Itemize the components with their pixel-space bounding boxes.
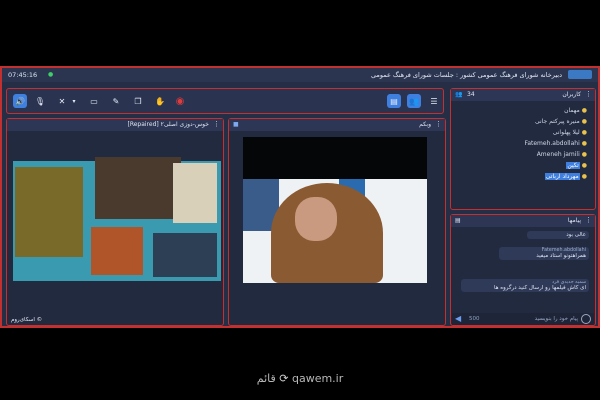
user-item[interactable]: ●لیلا پهلوانی — [524, 127, 587, 138]
user-item[interactable]: ●مهرداد ارباتی — [524, 171, 587, 182]
user-icon: ● — [581, 151, 587, 158]
message-input[interactable]: پیام خود را بنویسید — [535, 316, 578, 322]
source-credit: قائم ⟳ qawem.ir — [0, 372, 600, 385]
user-icon: ● — [581, 129, 587, 136]
presentation-panel: خوس-دوزی اصلی۲ [Repaired] ⋮ اسکای‌روم © — [6, 118, 224, 326]
camera-options-chevron-icon[interactable]: ▾ — [67, 94, 81, 108]
webcam-frame — [243, 137, 427, 283]
session-title: دبیرخانه شورای فرهنگ عمومی کشور : جلسات … — [370, 71, 562, 79]
embroidery-image — [15, 167, 83, 257]
emoji-icon[interactable] — [581, 314, 591, 324]
chat-message: سمیه جدیدی فرد ای کاش فیلمها رو ارسال کن… — [461, 279, 589, 292]
toolbar: 🔊 🎙 ✕ ▾ ▭ ✎ ❐ ✋ ◉ ▤ 👥 ☰ — [6, 88, 444, 114]
messages-panel-header: ▤ پیامها ⋮ — [451, 215, 595, 227]
domain-name: qawem.ir — [291, 372, 344, 385]
app-logo — [568, 70, 592, 79]
screen-share-icon[interactable]: ▭ — [87, 94, 101, 108]
video-camera-icon: ■ — [233, 121, 239, 128]
message-text: ای کاش فیلمها رو ارسال کنید درگروه ها — [493, 285, 586, 291]
slide-footer: اسکای‌روم © — [11, 317, 43, 323]
webcam-video[interactable] — [243, 179, 427, 283]
speaker-icon[interactable]: 🔊 — [13, 94, 27, 108]
user-icon: ● — [581, 140, 587, 147]
message-text: همراهتونو استاد میفید — [536, 253, 586, 259]
embroidery-image — [173, 163, 217, 223]
message-composer[interactable]: ◀ 500 پیام خود را بنویسید — [452, 313, 594, 325]
user-item[interactable]: ●تکین — [524, 160, 587, 171]
user-name: Ameneh jamili — [536, 151, 580, 158]
more-options-icon[interactable]: ⋮ — [585, 90, 592, 98]
embroidery-image — [153, 233, 217, 277]
files-icon[interactable]: ❐ — [131, 94, 145, 108]
microphone-icon[interactable]: 🎙 — [33, 94, 47, 108]
session-clock: 07:45:16 — [8, 71, 38, 79]
embroidery-image — [91, 227, 143, 275]
user-icon: ● — [581, 118, 587, 125]
more-options-icon[interactable]: ⋮ — [213, 120, 220, 128]
user-name: مهرداد ارباتی — [544, 173, 580, 180]
webcam-panel-header: ■ وبکم ⋮ — [229, 119, 445, 131]
more-options-icon[interactable]: ⋮ — [585, 216, 592, 224]
whiteboard-icon[interactable]: ✎ — [109, 94, 123, 108]
webcam-panel: ■ وبکم ⋮ — [228, 118, 446, 326]
messages-panel: ▤ پیامها ⋮ عالی بود Fatemeh.abdollahi هم… — [450, 214, 596, 326]
messages-title: پیامها — [567, 217, 581, 224]
record-icon[interactable]: ◉ — [173, 94, 187, 108]
users-icon[interactable]: 👥 — [407, 94, 421, 108]
chat-icon: ▤ — [455, 217, 461, 224]
user-name: منیره پیرکتم جانی — [534, 118, 580, 125]
user-icon: ● — [581, 162, 587, 169]
char-count: 500 — [469, 316, 480, 322]
users-panel: 34 👥 کاربران ⋮ ●مهمان ●منیره پیرکتم جانی… — [450, 88, 596, 210]
user-icon: ● — [581, 107, 587, 114]
title-bar: 07:45:16 ● دبیرخانه شورای فرهنگ عمومی کش… — [2, 68, 598, 82]
user-item[interactable]: ●منیره پیرکتم جانی — [524, 116, 587, 127]
presentation-title: خوس-دوزی اصلی۲ [Repaired] — [127, 121, 209, 128]
users-title: کاربران — [562, 91, 581, 98]
user-item[interactable]: ●Fatemeh.abdollahi — [524, 138, 587, 149]
users-panel-header: 34 👥 کاربران ⋮ — [451, 89, 595, 101]
brand-name: قائم — [256, 372, 276, 385]
send-icon[interactable]: ◀ — [455, 314, 461, 323]
menu-icon[interactable]: ☰ — [427, 94, 441, 108]
users-icon: 👥 — [455, 91, 463, 98]
presentation-panel-header: خوس-دوزی اصلی۲ [Repaired] ⋮ — [7, 119, 223, 131]
webcam-title: وبکم — [419, 121, 431, 128]
brand-icon: ⟳ — [279, 372, 289, 385]
user-name: Fatemeh.abdollahi — [524, 140, 580, 147]
slide-canvas[interactable] — [13, 157, 221, 281]
more-options-icon[interactable]: ⋮ — [435, 120, 442, 128]
users-list: ●مهمان ●منیره پیرکتم جانی ●لیلا پهلوانی … — [524, 105, 587, 182]
user-name: تکین — [566, 162, 580, 169]
user-name: مهمان — [564, 107, 580, 114]
raise-hand-icon[interactable]: ✋ — [153, 94, 167, 108]
user-name: لیلا پهلوانی — [552, 129, 580, 136]
speaker-face — [295, 197, 337, 241]
embroidery-image — [95, 157, 181, 219]
chat-message: عالی بود — [527, 231, 589, 239]
chat-icon[interactable]: ▤ — [387, 94, 401, 108]
chat-message: Fatemeh.abdollahi همراهتونو استاد میفید — [499, 247, 589, 260]
message-text: عالی بود — [566, 232, 586, 238]
user-icon: ● — [581, 173, 587, 180]
wifi-icon: ● — [48, 71, 54, 78]
user-item[interactable]: ●Ameneh jamili — [524, 149, 587, 160]
user-item[interactable]: ●مهمان — [524, 105, 587, 116]
app-window: 07:45:16 ● دبیرخانه شورای فرهنگ عمومی کش… — [0, 66, 600, 328]
users-count: 34 — [467, 91, 475, 98]
